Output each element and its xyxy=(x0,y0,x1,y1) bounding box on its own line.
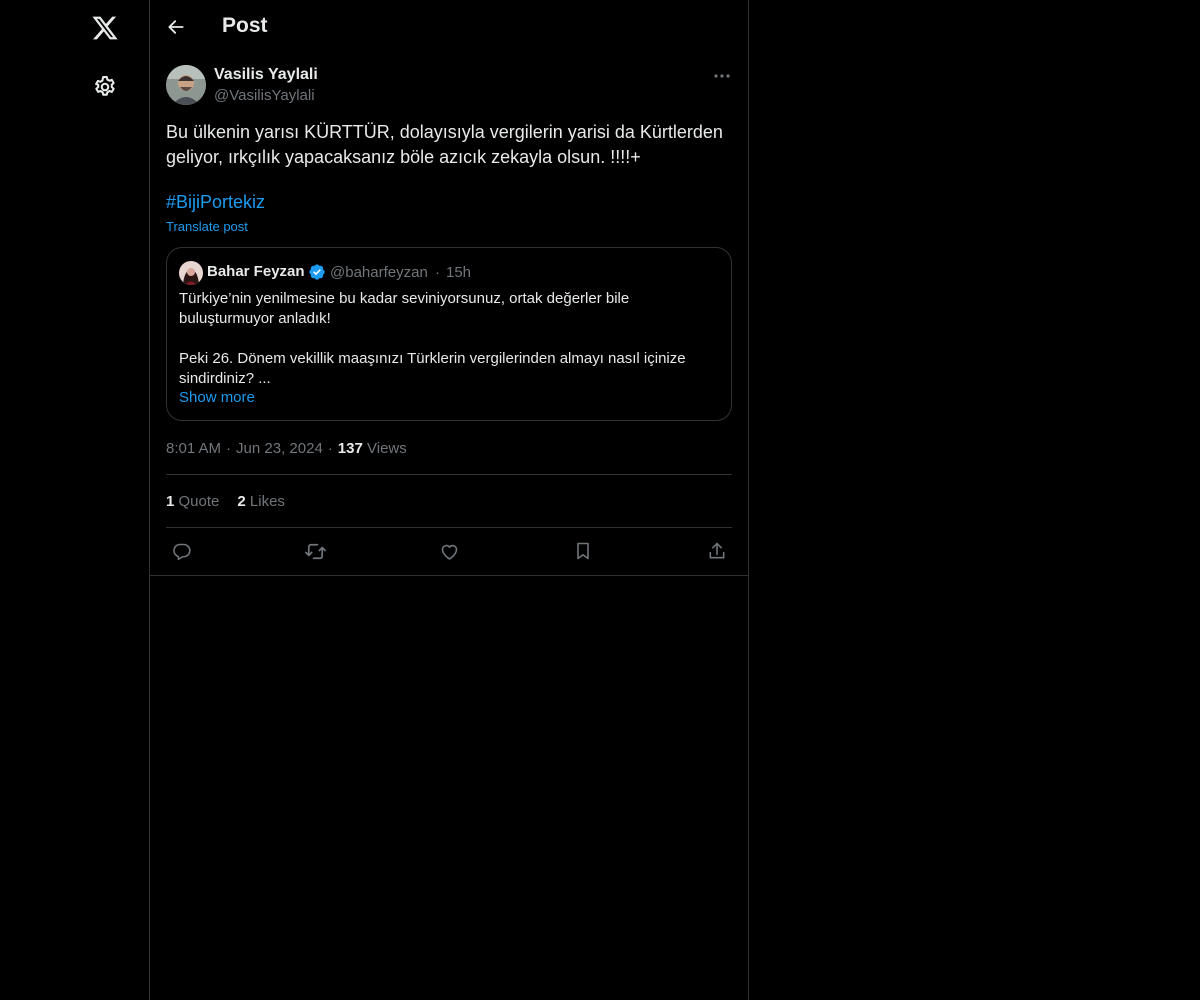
repost-button[interactable] xyxy=(303,539,327,563)
translate-post-link[interactable]: Translate post xyxy=(166,219,248,234)
engagement-stats: 1 Quote 2 Likes xyxy=(166,493,285,510)
views-count: 137 xyxy=(337,440,363,457)
post-text-line: Bu ülkenin yarısı KÜRTTÜR, dolayısıyla v… xyxy=(166,122,723,142)
post-text: Bu ülkenin yarısı KÜRTTÜR, dolayısıyla v… xyxy=(166,120,726,170)
author-name[interactable]: Vasilis Yaylali xyxy=(214,66,318,84)
bookmark-button[interactable] xyxy=(571,539,595,563)
back-button[interactable] xyxy=(160,11,192,43)
reply-icon xyxy=(172,543,191,560)
post-column: Post Vasilis Yaylali @VasilisYaylali Bu … xyxy=(150,0,749,1000)
likes-count: 2 xyxy=(237,493,246,510)
author-avatar[interactable] xyxy=(166,65,206,105)
reply-button[interactable] xyxy=(169,539,193,563)
verified-badge-icon xyxy=(308,263,326,281)
quoted-text-line: Türkiye’nin yenilmesine bu kadar seviniy… xyxy=(179,290,630,307)
likes-stat[interactable]: 2 Likes xyxy=(237,493,285,510)
like-icon xyxy=(441,544,457,560)
back-arrow-icon xyxy=(168,20,184,34)
separator-dot: · xyxy=(226,440,232,457)
share-button[interactable] xyxy=(705,539,729,563)
quoted-text-line: Peki 26. Dönem vekillik maaşınızı Türkle… xyxy=(179,350,686,367)
quoted-post-time[interactable]: 15h xyxy=(446,264,471,281)
separator-dot: · xyxy=(435,264,440,281)
x-logo-icon[interactable] xyxy=(85,8,125,48)
separator-dot: · xyxy=(327,440,333,457)
post-time[interactable]: 8:01 AM xyxy=(166,440,221,457)
quoted-author-name[interactable]: Bahar Feyzan xyxy=(207,263,305,280)
quoted-post-card[interactable]: Bahar Feyzan @baharfeyzan · 15h Türkiye’… xyxy=(166,247,732,421)
quotes-stat[interactable]: 1 Quote xyxy=(166,493,219,510)
more-dots-icon xyxy=(714,74,730,78)
page-title: Post xyxy=(222,14,268,37)
quoted-text-line: buluşturmuyor anladık! xyxy=(179,310,331,327)
quotes-label: Quote xyxy=(178,493,220,510)
settings-gear-icon[interactable] xyxy=(85,67,125,107)
quotes-count: 1 xyxy=(166,493,175,510)
divider xyxy=(166,527,732,528)
hashtag-link[interactable]: #BijiPortekiz xyxy=(166,192,265,213)
page-header: Post xyxy=(150,0,748,54)
repost-icon xyxy=(304,543,326,559)
author-handle[interactable]: @VasilisYaylali xyxy=(214,87,315,104)
left-navigation xyxy=(0,0,150,1000)
likes-label: Likes xyxy=(249,493,285,510)
views-label: Views xyxy=(367,440,407,457)
quoted-text-line: sindirdiniz? ... xyxy=(179,370,271,387)
divider xyxy=(150,575,748,576)
like-button[interactable] xyxy=(437,539,461,563)
share-icon xyxy=(709,542,725,559)
post-text-line: geliyor, ırkçılık yapacaksanız böle azıc… xyxy=(166,147,641,167)
quoted-author-handle[interactable]: @baharfeyzan xyxy=(330,264,428,281)
post-metadata: 8:01 AM · Jun 23, 2024 · 137 Views xyxy=(166,440,407,457)
divider xyxy=(166,474,732,475)
bookmark-icon xyxy=(577,542,589,560)
post-date[interactable]: Jun 23, 2024 xyxy=(236,440,323,457)
quoted-author-avatar[interactable] xyxy=(179,261,203,285)
quoted-post-text: Türkiye’nin yenilmesine bu kadar seviniy… xyxy=(179,289,719,389)
show-more-link[interactable]: Show more xyxy=(179,389,255,406)
more-options-button[interactable] xyxy=(710,64,734,88)
